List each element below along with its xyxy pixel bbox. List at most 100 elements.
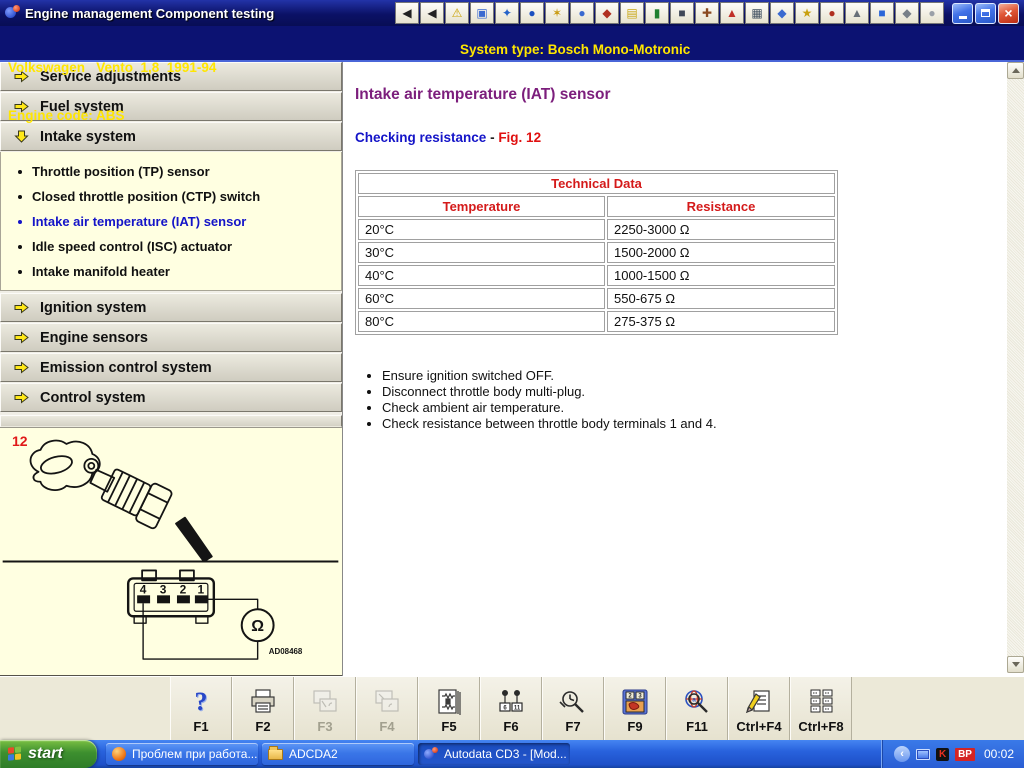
sidebar-item[interactable]: Intake manifold heater [1, 259, 341, 284]
task-autodata[interactable]: Autodata CD3 - [Mod... [418, 743, 570, 765]
mouse-pointer-button[interactable]: ✶ [545, 2, 569, 24]
column-header-temperature: Temperature [358, 196, 605, 217]
svg-text:2: 2 [180, 582, 187, 596]
abs-warning-button[interactable]: ■ [870, 2, 894, 24]
page-title: Intake air temperature (IAT) sensor [355, 86, 994, 104]
svg-text:3: 3 [160, 582, 167, 596]
marker-button[interactable]: ▤ [620, 2, 644, 24]
content-scrollbar[interactable] [1007, 62, 1024, 673]
picture-icon: ◆ [777, 7, 786, 19]
antivirus-icon[interactable]: K [936, 748, 949, 761]
taskbar-clock: 00:02 [984, 747, 1014, 761]
spray-button[interactable]: ◆ [595, 2, 619, 24]
figure-number: 12 [12, 433, 28, 449]
table-row: 40°C 1000-1500 Ω [358, 265, 835, 286]
section-label: Ignition system [40, 300, 146, 316]
section-label: Emission control system [40, 360, 212, 376]
sidebar-section-control-system[interactable]: Control system [0, 383, 342, 412]
table-row: 20°C 2250-3000 Ω [358, 219, 835, 240]
minimize-button[interactable] [952, 3, 973, 24]
sidebar-section-emission-control[interactable]: Emission control system [0, 353, 342, 382]
arrow-right-icon [14, 361, 29, 374]
help-icon: ? [195, 686, 208, 718]
sidebar-item[interactable]: Idle speed control (ISC) actuator [1, 234, 341, 259]
procedure-steps: Ensure ignition switched OFF.Disconnect … [355, 368, 994, 432]
battery-button[interactable]: ● [920, 2, 944, 24]
title-bar: Engine management Component testing ◀ ◀ … [0, 0, 1024, 26]
car-button[interactable]: ▲ [720, 2, 744, 24]
printer-icon [248, 686, 278, 718]
globe-button[interactable]: ● [520, 2, 544, 24]
language-indicator[interactable]: BP [955, 748, 975, 761]
subtitle-separator: - [486, 130, 498, 145]
procedure-step: Ensure ignition switched OFF. [382, 368, 994, 384]
task-firefox[interactable]: Проблем при работа... [106, 743, 258, 765]
app-icon [4, 5, 20, 21]
gauge-button[interactable]: ● [570, 2, 594, 24]
sidebar-item[interactable]: Closed throttle position (CTP) switch [1, 184, 341, 209]
wiring-diagram-button[interactable]: F5 [418, 677, 480, 740]
service-times-button[interactable]: F7 [542, 677, 604, 740]
printer-button[interactable]: ▦ [745, 2, 769, 24]
component-testing-button[interactable]: 23 F9 [604, 677, 666, 740]
figure-reference-link[interactable]: Fig. 12 [498, 130, 541, 145]
back-icon: ◀ [427, 7, 436, 19]
folder-icon [268, 749, 283, 760]
abs-warning-icon: ■ [878, 7, 885, 19]
menu-list-button[interactable]: Ctrl+F8 [790, 677, 852, 740]
picture-button[interactable]: ◆ [770, 2, 794, 24]
window-layout-button[interactable]: ▣ [470, 2, 494, 24]
sidebar-section-ignition-system[interactable]: Ignition system [0, 293, 342, 322]
tools-button[interactable]: ✦ [495, 2, 519, 24]
print-button[interactable]: F2 [232, 677, 294, 740]
first-page-button[interactable]: ◀ [395, 2, 419, 24]
restore-button[interactable] [975, 3, 996, 24]
svg-text:a: a [692, 696, 696, 703]
resistance-cell: 1000-1500 Ω [607, 265, 835, 286]
scroll-up-button[interactable] [1007, 62, 1024, 79]
sidebar-item[interactable]: Intake air temperature (IAT) sensor [1, 209, 341, 234]
tools-icon: ✦ [502, 7, 512, 19]
warning-button[interactable]: ⚠ [445, 2, 469, 24]
bullet-icon [18, 220, 22, 224]
connector-pins-icon: 611 [496, 686, 526, 718]
scroll-down-button[interactable] [1007, 656, 1024, 673]
network-icon[interactable] [916, 749, 930, 760]
parts-button[interactable]: ◆ [895, 2, 919, 24]
disc-button[interactable]: ▲ [845, 2, 869, 24]
search-button[interactable]: a F11 [666, 677, 728, 740]
tray-chevron-button[interactable]: ‹ [894, 746, 910, 762]
door-button[interactable]: ▮ [645, 2, 669, 24]
iat-sensor-diagram: 4 3 2 1 Ω AD08468 [0, 428, 341, 676]
cart-icon: ● [828, 7, 835, 19]
help-button[interactable]: ? F1 [170, 677, 232, 740]
sidebar-item[interactable]: Throttle position (TP) sensor [1, 159, 341, 184]
notes-button[interactable]: Ctrl+F4 [728, 677, 790, 740]
globe-icon: ● [528, 7, 535, 19]
procedure-step: Disconnect throttle body multi-plug. [382, 384, 994, 400]
table-row: 80°C 275-375 Ω [358, 311, 835, 332]
dashboard-button[interactable]: ■ [670, 2, 694, 24]
start-button[interactable]: start [0, 740, 97, 768]
sidebar-section-engine-sensors[interactable]: Engine sensors [0, 323, 342, 352]
disc-icon: ▲ [851, 7, 863, 19]
autodata-icon [424, 747, 438, 761]
wrench-button[interactable]: ✚ [695, 2, 719, 24]
svg-text:4: 4 [140, 582, 147, 596]
svg-text:AD08468: AD08468 [269, 647, 303, 656]
help-car-button[interactable]: ★ [795, 2, 819, 24]
close-button[interactable]: × [998, 3, 1019, 24]
magnifier-clock-icon [558, 686, 588, 718]
task-buttons: Проблем при работа... ADCDA2 Autodata CD… [106, 740, 570, 768]
back-button[interactable]: ◀ [420, 2, 444, 24]
connector-pins-button[interactable]: 611 F6 [480, 677, 542, 740]
arrow-right-icon [14, 391, 29, 404]
content-area: Intake air temperature (IAT) sensor Chec… [343, 62, 1024, 676]
windows-logo-icon [8, 746, 22, 761]
procedure-step: Check resistance between throttle body t… [382, 416, 994, 432]
task-folder-adcda2[interactable]: ADCDA2 [262, 743, 414, 765]
car-icon: ▲ [726, 7, 738, 19]
firefox-icon [112, 747, 126, 761]
vehicle-header: Volkswagen Vento 1,8 1991-94 Engine code… [0, 26, 1024, 62]
cart-button[interactable]: ● [820, 2, 844, 24]
